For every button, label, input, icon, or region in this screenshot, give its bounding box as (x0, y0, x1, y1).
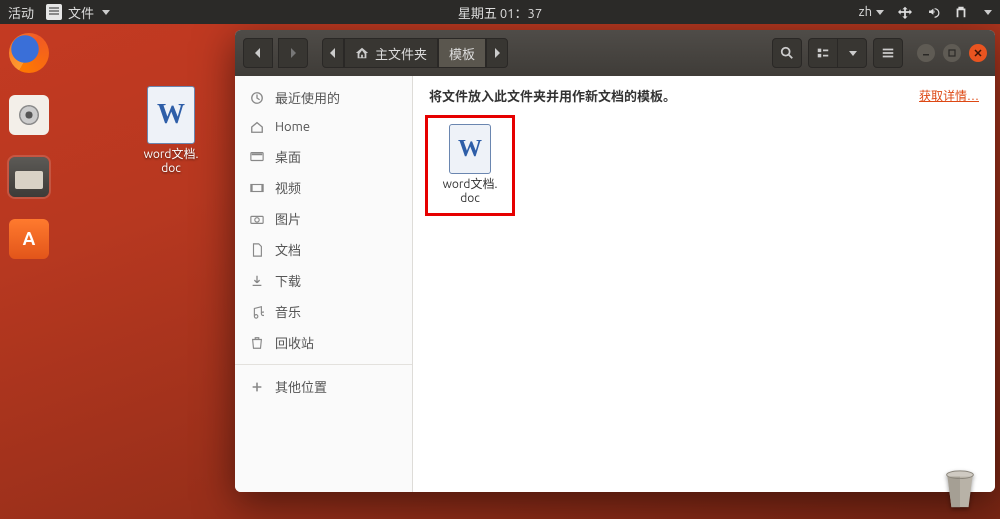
plus-icon (249, 379, 265, 395)
sidebar-item-downloads[interactable]: 下载 (235, 265, 412, 296)
trash-icon (249, 335, 265, 351)
sidebar-item-label: 图片 (275, 209, 301, 228)
input-method-indicator[interactable]: zh (859, 5, 884, 19)
clock[interactable]: 星期五 01：37 (458, 3, 542, 22)
dock-rhythmbox[interactable] (6, 92, 52, 138)
sidebar-item-label: 桌面 (275, 147, 301, 166)
path-current[interactable]: 模板 (438, 38, 486, 68)
content-area[interactable]: 将文件放入此文件夹并用作新文档的模板。 获取详情… word文档.doc (413, 76, 995, 492)
clock-icon (249, 90, 265, 106)
files-window: 主文件夹 模板 (235, 30, 995, 492)
home-icon (355, 46, 369, 60)
chevron-down-icon (849, 51, 857, 56)
view-toggle-button[interactable] (808, 38, 838, 68)
path-current-label: 模板 (449, 44, 475, 63)
sidebar-item-label: 最近使用的 (275, 88, 340, 107)
music-icon (249, 304, 265, 320)
dock-firefox[interactable] (6, 30, 52, 76)
trash-can-icon (940, 469, 980, 511)
path-home[interactable]: 主文件夹 (344, 38, 438, 68)
list-view-icon (816, 46, 830, 60)
sidebar-item-documents[interactable]: 文档 (235, 234, 412, 265)
desktop-icon (249, 149, 265, 165)
word-document-icon (449, 124, 491, 174)
files-icon (9, 157, 49, 197)
sidebar-item-desktop[interactable]: 桌面 (235, 141, 412, 172)
word-document-icon (147, 86, 195, 144)
dock-files[interactable] (6, 154, 52, 200)
rhythmbox-icon (9, 95, 49, 135)
places-sidebar: 最近使用的 Home 桌面 视频 图片 文档 (235, 76, 413, 492)
sidebar-item-label: 音乐 (275, 302, 301, 321)
battery-icon[interactable] (954, 5, 968, 19)
window-maximize-button[interactable] (943, 44, 961, 62)
desktop-file-label: word文档.doc (132, 148, 210, 177)
volume-icon[interactable] (926, 5, 940, 19)
view-options-button[interactable] (837, 38, 867, 68)
sidebar-item-music[interactable]: 音乐 (235, 296, 412, 327)
path-collapse-button[interactable] (322, 38, 344, 68)
activities-button[interactable]: 活动 (8, 3, 34, 22)
software-store-icon (9, 219, 49, 259)
sidebar-item-trash[interactable]: 回收站 (235, 327, 412, 358)
video-icon (249, 180, 265, 196)
file-item-word-doc[interactable]: word文档.doc (425, 115, 515, 216)
sidebar-item-label: 文档 (275, 240, 301, 259)
sidebar-separator (235, 364, 412, 365)
templates-info-bar: 将文件放入此文件夹并用作新文档的模板。 获取详情… (413, 76, 995, 111)
window-close-button[interactable] (969, 44, 987, 62)
input-method-label: zh (859, 5, 872, 19)
document-icon (249, 242, 265, 258)
sidebar-item-home[interactable]: Home (235, 113, 412, 141)
sidebar-item-label: 下载 (275, 271, 301, 290)
top-panel: 活动 文件 星期五 01：37 zh (0, 0, 1000, 24)
sidebar-item-label: 回收站 (275, 333, 314, 352)
file-item-label: word文档.doc (443, 178, 498, 207)
sidebar-item-label: 其他位置 (275, 377, 327, 396)
chevron-down-icon (102, 10, 110, 15)
nav-back-button[interactable] (243, 38, 273, 68)
desktop-trash[interactable] (940, 469, 980, 511)
hamburger-icon (881, 46, 895, 60)
path-home-label: 主文件夹 (375, 44, 427, 63)
dock-software[interactable] (6, 216, 52, 262)
window-minimize-button[interactable] (917, 44, 935, 62)
home-icon (249, 119, 265, 135)
files-app-icon (46, 4, 62, 20)
desktop-file-word-doc[interactable]: word文档.doc (132, 86, 210, 177)
system-menu-chevron-icon[interactable] (984, 10, 992, 15)
app-menu[interactable]: 文件 (46, 3, 110, 22)
network-icon[interactable] (898, 5, 912, 19)
sidebar-item-label: 视频 (275, 178, 301, 197)
info-details-link[interactable]: 获取详情… (919, 87, 979, 104)
dock (4, 30, 54, 262)
camera-icon (249, 211, 265, 227)
chevron-down-icon (876, 10, 884, 15)
sidebar-item-pictures[interactable]: 图片 (235, 203, 412, 234)
sidebar-item-other-locations[interactable]: 其他位置 (235, 371, 412, 402)
firefox-icon (9, 33, 49, 73)
info-message: 将文件放入此文件夹并用作新文档的模板。 (429, 86, 676, 105)
file-grid: word文档.doc (413, 111, 995, 220)
hamburger-menu-button[interactable] (873, 38, 903, 68)
nav-forward-button[interactable] (278, 38, 308, 68)
search-icon (780, 46, 794, 60)
app-menu-label: 文件 (68, 3, 94, 22)
sidebar-item-videos[interactable]: 视频 (235, 172, 412, 203)
titlebar[interactable]: 主文件夹 模板 (235, 30, 995, 76)
search-button[interactable] (772, 38, 802, 68)
sidebar-item-recent[interactable]: 最近使用的 (235, 82, 412, 113)
path-bar: 主文件夹 模板 (322, 38, 508, 68)
sidebar-item-label: Home (275, 120, 310, 134)
download-icon (249, 273, 265, 289)
path-expand-button[interactable] (486, 38, 508, 68)
